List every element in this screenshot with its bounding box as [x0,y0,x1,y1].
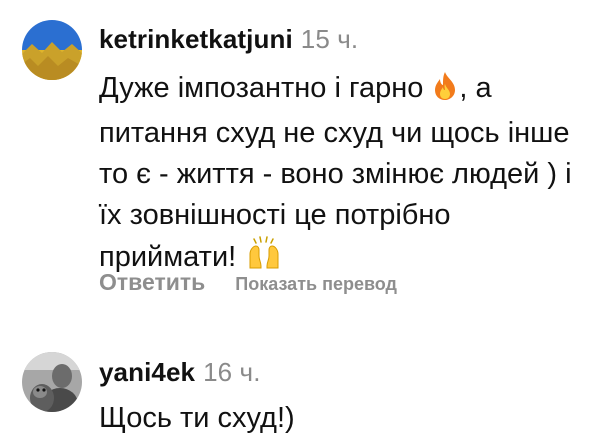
comment-header: ketrinketkatjuni 15 ч. [99,24,358,55]
avatar[interactable] [22,20,82,80]
username[interactable]: ketrinketkatjuni [99,24,293,54]
comment-actions: Ответить Показать перевод [99,269,397,296]
comment-text-part: , а [459,72,492,104]
avatar-image [22,352,82,412]
avatar-image [22,20,82,80]
timestamp[interactable]: 16 ч. [203,357,260,387]
comment-text-part: Дуже імпозантно і гарно [99,72,424,104]
comment-text-part: питання схуд не схуд чи щось інше то є -… [99,117,572,273]
comment-text: Щось ти схуд!) [99,402,295,434]
translate-button[interactable]: Показать перевод [235,274,397,294]
username[interactable]: yani4ek [99,357,195,387]
comment-text: Дуже імпозантно і гарно , а питання схуд… [99,68,589,282]
timestamp[interactable]: 15 ч. [301,24,358,54]
avatar[interactable] [22,352,82,412]
reply-button[interactable]: Ответить [99,269,205,295]
comment-header: yani4ek 16 ч. [99,357,261,388]
fire-icon [431,71,459,113]
